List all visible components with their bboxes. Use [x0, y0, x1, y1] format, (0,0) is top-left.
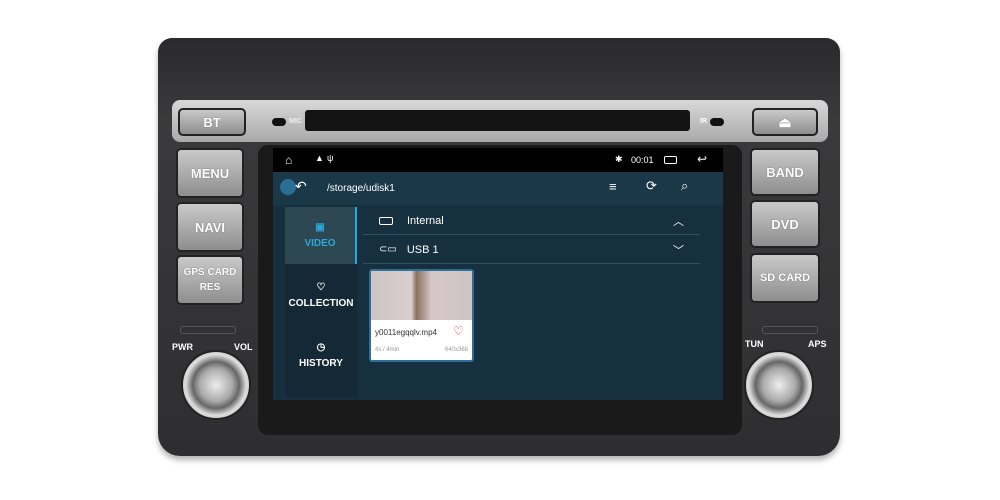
eject-button[interactable]: ⏏	[752, 108, 818, 136]
band-label: BAND	[766, 164, 804, 180]
navi-label: NAVI	[194, 219, 226, 235]
video-file-card[interactable]: y0011egqqlv.mp4 ♡ 4s / 4min 640x368	[369, 269, 474, 362]
ir-label: IR	[700, 118, 707, 125]
chevron-up-icon[interactable]: ︿	[673, 213, 684, 229]
drive-icon	[379, 216, 393, 225]
file-resolution: 640x368	[444, 347, 468, 353]
clock-icon: ◷	[316, 342, 326, 353]
sidebar-item-history[interactable]: ◷ HISTORY	[285, 327, 357, 384]
volume-knob[interactable]	[181, 350, 251, 420]
back-icon[interactable]: ↩	[697, 152, 707, 166]
floating-ball-icon[interactable]	[280, 179, 296, 195]
storage-usb1[interactable]: ⊂▭ USB 1 ﹀	[363, 236, 700, 264]
menu-label: MENU	[190, 165, 230, 181]
navi-button[interactable]: NAVI	[176, 202, 244, 252]
menu-button[interactable]: MENU	[176, 148, 244, 198]
bluetooth-icon: ✱	[615, 154, 623, 164]
usb-icon: ψ	[327, 153, 334, 163]
file-duration: 4s / 4min	[375, 347, 400, 353]
tun-label: TUN	[745, 339, 764, 349]
chevron-down-icon[interactable]: ﹀	[673, 242, 684, 258]
clock-time: 00:01	[631, 155, 654, 165]
storage-internal[interactable]: Internal ︿	[363, 207, 700, 235]
back-arrow-icon[interactable]: ↶	[295, 178, 307, 195]
video-thumbnail	[371, 271, 472, 320]
path-label: /storage/udisk1	[327, 183, 395, 194]
sidebar-item-video[interactable]: ▣ VIDEO	[285, 207, 357, 264]
card-slot-right	[762, 326, 818, 334]
favorite-heart-icon[interactable]: ♡	[453, 324, 464, 338]
sidebar-item-label: HISTORY	[299, 358, 343, 369]
bt-button[interactable]: BT	[178, 108, 246, 136]
disc-slot	[305, 110, 690, 131]
band-button[interactable]: BAND	[750, 148, 820, 196]
file-name: y0011egqqlv.mp4	[375, 328, 437, 337]
refresh-icon[interactable]: ⟳	[646, 178, 657, 194]
tune-knob[interactable]	[744, 350, 814, 420]
gps-card-label: GPS CARD RES	[183, 267, 237, 293]
card-slot-left	[180, 326, 236, 334]
storage-label: Internal	[407, 214, 444, 227]
sidebar-item-label: COLLECTION	[288, 298, 354, 309]
sidebar-item-collection[interactable]: ♡ COLLECTION	[285, 267, 357, 324]
aps-label: APS	[808, 339, 827, 349]
storage-label: USB 1	[406, 243, 439, 256]
home-icon[interactable]: ⌂	[285, 153, 292, 167]
gps-card-res-button[interactable]: GPS CARD RES	[176, 255, 244, 305]
usb-icon: ⊂▭	[379, 244, 397, 255]
warning-icon: ▲	[315, 153, 324, 163]
sd-card-label: SD CARD	[759, 271, 811, 284]
sd-card-button[interactable]: SD CARD	[750, 253, 820, 303]
heart-icon: ♡	[316, 282, 326, 293]
ir-sensor	[710, 118, 724, 126]
toolbar: ↶ /storage/udisk1 ≡ ⟳ ⌕	[273, 172, 723, 205]
screen: ⌂ ▲ ψ ✱ 00:01 ↩ ↶ /storage/udisk1 ≡ ⟳ ⌕ …	[273, 148, 723, 400]
sidebar: ▣ VIDEO ♡ COLLECTION ◷ HISTORY	[285, 207, 357, 397]
vol-label: VOL	[234, 342, 253, 352]
search-icon[interactable]: ⌕	[681, 178, 688, 194]
bt-label: BT	[203, 114, 221, 130]
pwr-label: PWR	[172, 342, 193, 352]
mic-label: MIC	[289, 118, 302, 125]
dvd-label: DVD	[771, 216, 799, 232]
recent-apps-icon[interactable]	[664, 156, 677, 164]
video-folder-icon: ▣	[315, 222, 325, 233]
sidebar-item-label: VIDEO	[304, 238, 336, 249]
status-bar: ⌂ ▲ ψ ✱ 00:01 ↩	[273, 148, 723, 172]
dvd-button[interactable]: DVD	[750, 200, 820, 248]
sort-icon[interactable]: ≡	[609, 179, 617, 194]
mic-hole	[272, 118, 286, 126]
